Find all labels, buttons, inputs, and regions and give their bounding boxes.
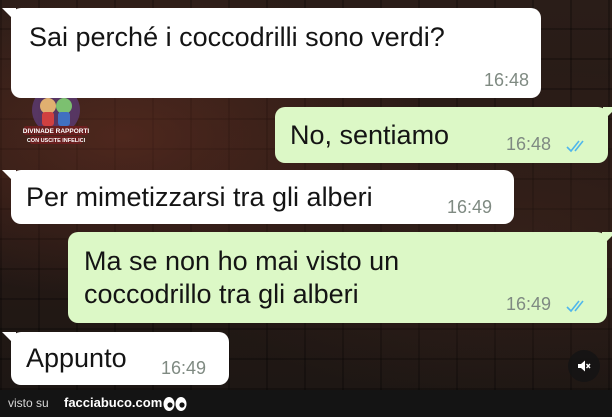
brand-link[interactable]: facciabuco.com [64,395,162,410]
message-bubble-outgoing[interactable]: No, sentiamo 16:48 [275,107,612,163]
message-text: No, sentiamo [290,120,450,150]
bubble-tail [602,232,612,246]
double-check-icon [566,140,584,153]
message-text: Per mimetizzarsi tra gli alberi [26,182,373,212]
message-bubble-outgoing[interactable]: Ma se non ho mai visto un coccodrillo tr… [68,232,612,323]
watermark-line2: CON USCITE INFELICI [27,138,86,144]
message-text: Sai perché i coccodrilli sono verdi? [29,22,445,52]
message-text: Appunto [26,343,127,373]
footer-bar: visto su facciabuco.com [0,390,612,417]
watermark-line1: DIVINADE RAPPORTI [23,128,90,135]
message-time: 16:48 [506,134,552,154]
bubble-tail [2,8,16,22]
message-time: 16:49 [161,358,207,378]
double-check-icon [566,300,584,313]
message-bubble-incoming[interactable]: Sai perché i coccodrilli sono verdi? 16:… [2,8,541,98]
mute-button[interactable] [568,350,600,382]
message-time: 16:49 [506,294,552,314]
message-bubble-incoming[interactable]: Per mimetizzarsi tra gli alberi 16:49 [2,170,514,224]
message-time: 16:48 [483,70,529,90]
message-time: 16:49 [447,197,493,217]
visto-su-label: visto su [8,396,49,410]
bubble-tail [603,107,612,121]
message-bubble-incoming[interactable]: Appunto 16:49 [2,332,229,385]
message-text: Ma se non ho mai visto un coccodrillo tr… [84,246,400,309]
eyes-icon [163,397,187,411]
speaker-mute-icon [578,360,591,372]
bubble-tail [2,170,16,184]
bubble-tail [2,332,16,346]
